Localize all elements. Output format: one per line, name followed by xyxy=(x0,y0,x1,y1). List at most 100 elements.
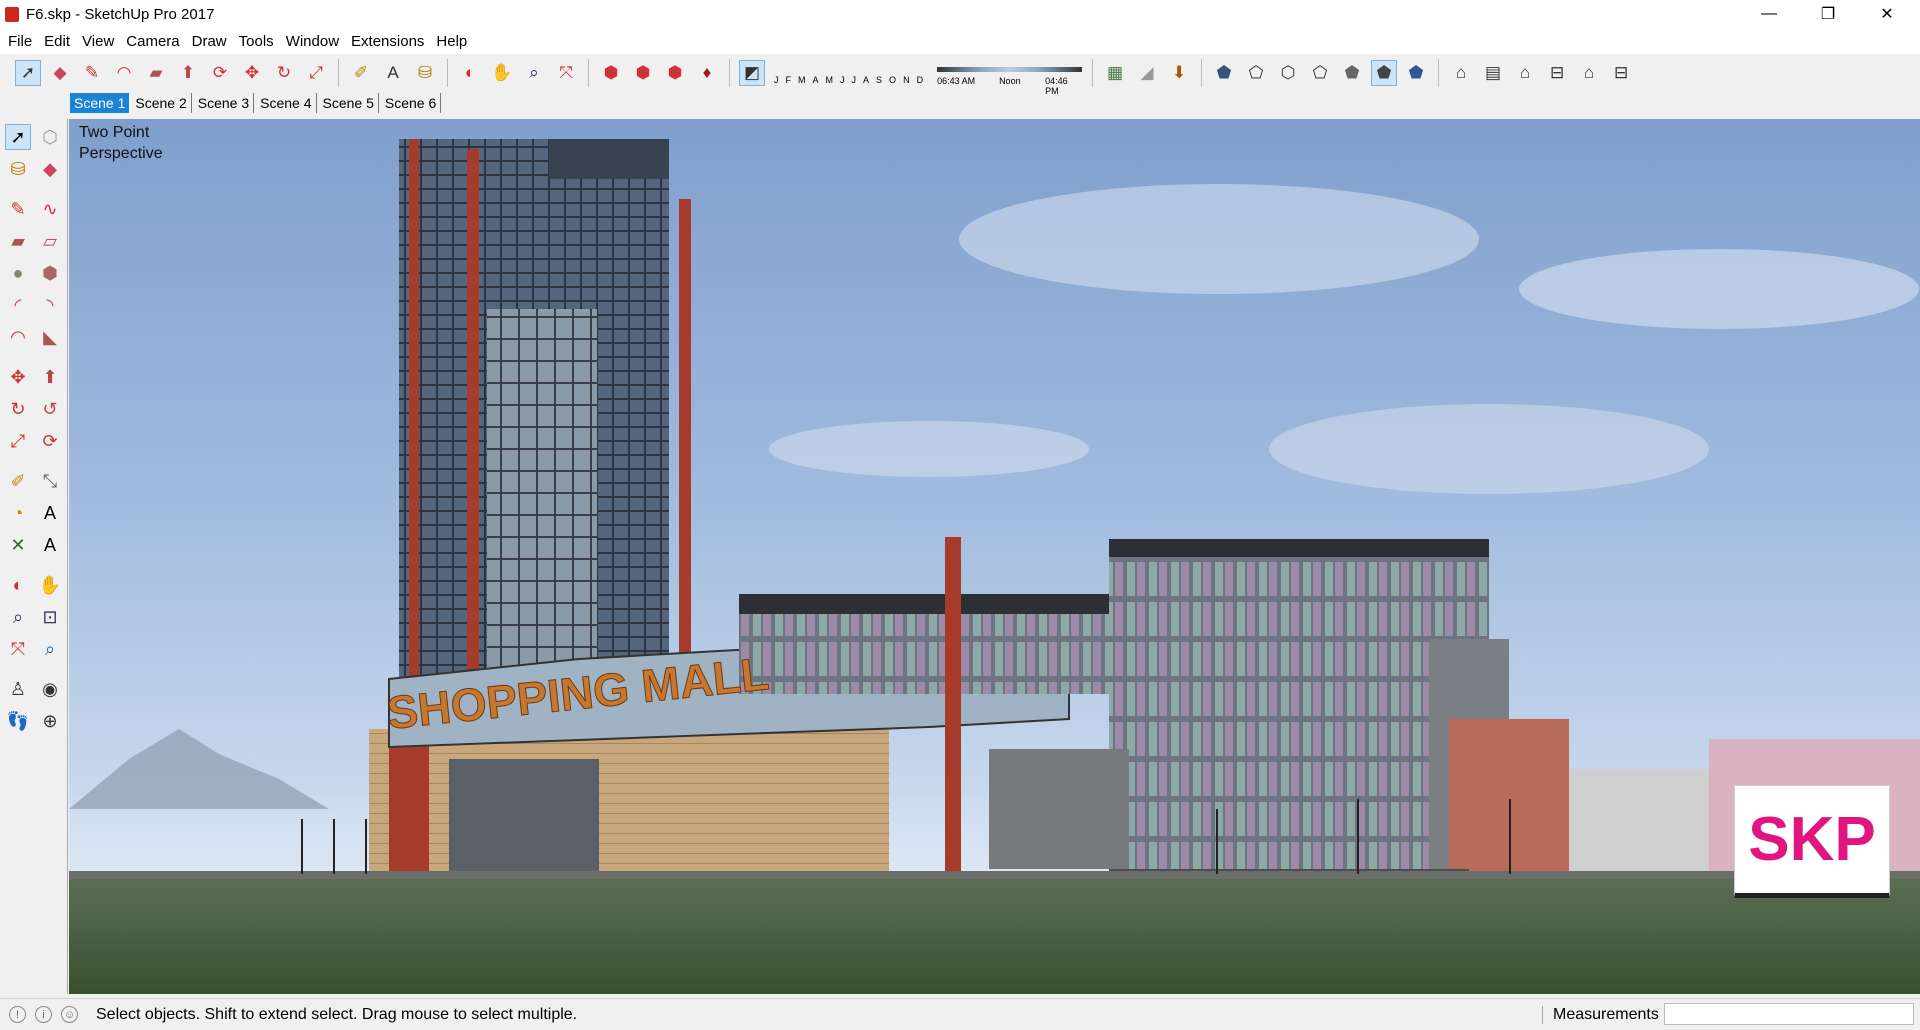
eraser-icon[interactable]: ◆ xyxy=(37,156,63,182)
previous-view-icon[interactable]: ⌕ xyxy=(37,636,63,662)
menu-help[interactable]: Help xyxy=(430,33,473,50)
walk-icon[interactable]: 👣 xyxy=(5,708,31,734)
menu-file[interactable]: File xyxy=(2,33,38,50)
eraser-icon[interactable]: ◆ xyxy=(47,60,73,86)
zoom-icon[interactable]: ⌕ xyxy=(521,60,547,86)
tab-scene-5[interactable]: Scene 5 xyxy=(319,93,379,113)
hidden-line-icon[interactable]: ⬠ xyxy=(1307,60,1333,86)
rotate-icon[interactable]: ↻ xyxy=(271,60,297,86)
circle-icon[interactable]: ● xyxy=(5,260,31,286)
axes-icon[interactable]: ✕ xyxy=(5,532,31,558)
back-view-icon[interactable]: ⌂ xyxy=(1576,60,1602,86)
monochrome-icon[interactable]: ⬟ xyxy=(1403,60,1429,86)
select-tool-icon[interactable]: ➚ xyxy=(15,60,41,86)
tape-measure-icon[interactable]: ✐ xyxy=(5,468,31,494)
model-viewport[interactable]: SHOPPING MALL Two Point Perspective xyxy=(69,119,1920,994)
polygon-icon[interactable]: ⬢ xyxy=(37,260,63,286)
zoom-extents-icon[interactable]: ⤧ xyxy=(553,60,579,86)
text-icon[interactable]: A xyxy=(380,60,406,86)
tab-scene-3[interactable]: Scene 3 xyxy=(194,93,255,113)
dimension-icon[interactable]: ⤡ xyxy=(37,468,63,494)
add-location-icon[interactable]: ▦ xyxy=(1102,60,1128,86)
tape-measure-icon[interactable]: ✐ xyxy=(348,60,374,86)
section-plane-icon[interactable]: ⊕ xyxy=(37,708,63,734)
pan-icon[interactable]: ✋ xyxy=(489,60,515,86)
minimize-button[interactable]: — xyxy=(1746,0,1792,28)
shadows-toggle-icon[interactable]: ◩ xyxy=(739,60,765,86)
three-point-arc-icon[interactable]: ◠ xyxy=(5,324,31,350)
month-label: A xyxy=(863,75,870,85)
look-around-icon[interactable]: ◉ xyxy=(37,676,63,702)
pie-icon[interactable]: ◣ xyxy=(37,324,63,350)
extension-warehouse-icon[interactable]: ⬢ xyxy=(662,60,688,86)
tab-scene-2[interactable]: Scene 2 xyxy=(131,93,192,113)
tab-scene-1[interactable]: Scene 1 xyxy=(70,93,130,113)
push-pull-icon[interactable]: ⬆ xyxy=(37,364,63,390)
rotate-icon[interactable]: ↻ xyxy=(5,396,31,422)
arc-icon[interactable]: ◜ xyxy=(5,292,31,318)
measurements-input[interactable] xyxy=(1664,1003,1914,1025)
shadow-time-slider[interactable]: 06:43 AM Noon 04:46 PM xyxy=(937,58,1083,96)
tab-scene-6[interactable]: Scene 6 xyxy=(381,93,442,113)
orbit-icon[interactable]: ◐ xyxy=(5,572,31,598)
select-icon[interactable]: ➚ xyxy=(5,124,31,150)
zoom-extents-icon[interactable]: ⤧ xyxy=(5,636,31,662)
paint-bucket-icon[interactable]: ⛁ xyxy=(5,156,31,182)
protractor-icon[interactable]: ◔ xyxy=(5,500,31,526)
follow-me-icon[interactable]: ↺ xyxy=(37,396,63,422)
two-point-arc-icon[interactable]: ◝ xyxy=(37,292,63,318)
menu-draw[interactable]: Draw xyxy=(186,33,233,50)
menu-camera[interactable]: Camera xyxy=(120,33,185,50)
menu-view[interactable]: View xyxy=(76,33,120,50)
iso-view-icon[interactable]: ⌂ xyxy=(1448,60,1474,86)
scale-icon[interactable]: ⤢ xyxy=(5,428,31,454)
move-icon[interactable]: ✥ xyxy=(239,60,265,86)
text-icon[interactable]: A xyxy=(37,500,63,526)
xray-icon[interactable]: ⬟ xyxy=(1211,60,1237,86)
line-icon[interactable]: ✎ xyxy=(5,196,31,222)
rotated-rectangle-icon[interactable]: ▱ xyxy=(37,228,63,254)
arc-icon[interactable]: ◠ xyxy=(111,60,137,86)
wireframe-icon[interactable]: ⬡ xyxy=(1275,60,1301,86)
pencil-icon[interactable]: ✎ xyxy=(79,60,105,86)
user-account-icon[interactable]: ☺ xyxy=(61,1006,78,1023)
make-component-icon[interactable]: ⬡ xyxy=(37,124,63,150)
menu-extensions[interactable]: Extensions xyxy=(345,33,430,50)
share-model-icon[interactable]: ⬢ xyxy=(630,60,656,86)
offset-icon[interactable]: ⟳ xyxy=(37,428,63,454)
ruby-icon[interactable]: ♦ xyxy=(694,60,720,86)
tab-scene-4[interactable]: Scene 4 xyxy=(256,93,317,113)
menu-edit[interactable]: Edit xyxy=(38,33,76,50)
zoom-window-icon[interactable]: ⊡ xyxy=(37,604,63,630)
3d-text-icon[interactable]: A xyxy=(37,532,63,558)
left-view-icon[interactable]: ⊟ xyxy=(1608,60,1634,86)
back-edges-icon[interactable]: ⬠ xyxy=(1243,60,1269,86)
pan-icon[interactable]: ✋ xyxy=(37,572,63,598)
shadow-month-slider[interactable]: J F M A M J J A S O N D xyxy=(774,75,923,85)
move-icon[interactable]: ✥ xyxy=(5,364,31,390)
menu-window[interactable]: Window xyxy=(280,33,345,50)
push-pull-icon[interactable]: ⬆ xyxy=(175,60,201,86)
offset-icon[interactable]: ⟳ xyxy=(207,60,233,86)
shaded-icon[interactable]: ⬟ xyxy=(1339,60,1365,86)
toggle-terrain-icon[interactable]: ◢ xyxy=(1134,60,1160,86)
right-view-icon[interactable]: ⊟ xyxy=(1544,60,1570,86)
scale-icon[interactable]: ⤢ xyxy=(303,60,329,86)
rectangle-icon[interactable]: ▰ xyxy=(143,60,169,86)
geo-location-icon[interactable]: ! xyxy=(9,1006,26,1023)
menu-tools[interactable]: Tools xyxy=(233,33,280,50)
orbit-icon[interactable]: ◐ xyxy=(457,60,483,86)
freehand-icon[interactable]: ∿ xyxy=(37,196,63,222)
paint-bucket-icon[interactable]: ⛁ xyxy=(412,60,438,86)
close-button[interactable]: ✕ xyxy=(1864,0,1910,28)
maximize-button[interactable]: ❐ xyxy=(1805,0,1851,28)
credits-icon[interactable]: i xyxy=(35,1006,52,1023)
photo-texture-icon[interactable]: ⬇ xyxy=(1166,60,1192,86)
warehouse-icon[interactable]: ⬢ xyxy=(598,60,624,86)
position-camera-icon[interactable]: ♙ xyxy=(5,676,31,702)
front-view-icon[interactable]: ⌂ xyxy=(1512,60,1538,86)
shaded-textures-icon[interactable]: ⬟ xyxy=(1371,60,1398,86)
rectangle-icon[interactable]: ▰ xyxy=(5,228,31,254)
top-view-icon[interactable]: ▤ xyxy=(1480,60,1506,86)
zoom-icon[interactable]: ⌕ xyxy=(5,604,31,630)
